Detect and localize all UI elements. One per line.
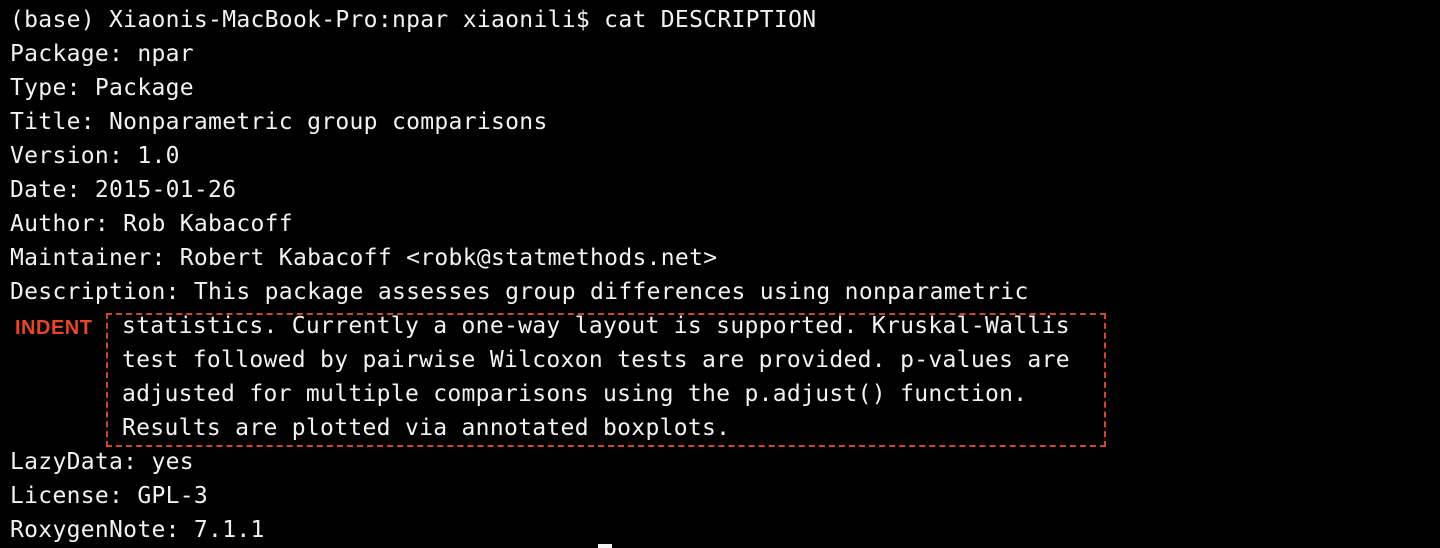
output-line-lazydata: LazyData: yes <box>10 449 194 475</box>
output-line-roxygennote: RoxygenNote: 7.1.1 <box>10 517 265 543</box>
terminal-window[interactable]: (base) Xiaonis-MacBook-Pro:npar xiaonili… <box>0 0 1440 548</box>
command-prompt-line: (base) Xiaonis-MacBook-Pro:npar xiaonili… <box>10 7 817 33</box>
output-line-package: Package: npar <box>10 41 194 67</box>
output-line-version: Version: 1.0 <box>10 143 180 169</box>
output-line-title: Title: Nonparametric group comparisons <box>10 109 548 135</box>
description-continuation-line: adjusted for multiple comparisons using … <box>122 381 1028 407</box>
output-line-description: Description: This package assesses group… <box>10 279 1029 305</box>
output-line-date: Date: 2015-01-26 <box>10 177 237 203</box>
description-continuation-line: Results are plotted via annotated boxplo… <box>122 415 731 441</box>
output-line-license: License: GPL-3 <box>10 483 209 509</box>
output-line-author: Author: Rob Kabacoff <box>10 211 293 237</box>
description-continuation-line: statistics. Currently a one-way layout i… <box>122 313 1070 339</box>
output-line-type: Type: Package <box>10 75 194 101</box>
terminal-cursor <box>598 544 612 548</box>
description-continuation-line: test followed by pairwise Wilcoxon tests… <box>122 347 1070 373</box>
output-line-maintainer: Maintainer: Robert Kabacoff <robk@statme… <box>10 245 718 271</box>
indent-annotation-label: INDENT <box>15 317 93 339</box>
